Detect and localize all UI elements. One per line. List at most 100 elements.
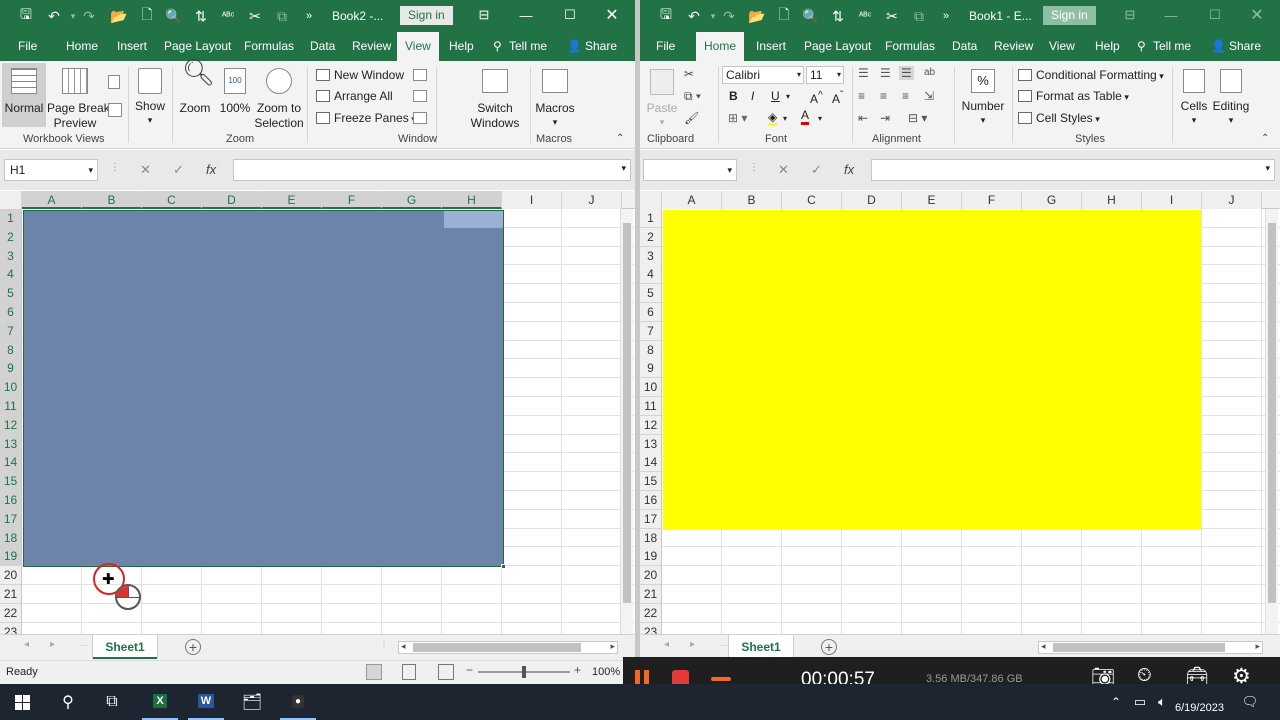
cell-styles-button[interactable]: Cell Styles ▾	[1018, 111, 1100, 126]
font-size-select[interactable]: 11 ▾	[806, 66, 844, 84]
print-preview-icon[interactable]: 🔍	[165, 7, 183, 25]
row-header-19[interactable]: 19	[640, 547, 662, 567]
save-icon[interactable]: 🖫	[657, 6, 675, 25]
spelling-icon[interactable]: ᴬᴮᶜ	[856, 7, 874, 25]
enter-icon[interactable]: ✓	[173, 162, 184, 178]
row-header-1[interactable]: 1	[0, 209, 22, 228]
column-header-c[interactable]: C	[782, 191, 842, 209]
increase-indent-icon[interactable]: ⇥	[880, 111, 890, 125]
row-header-8[interactable]: 8	[640, 340, 662, 360]
unhide-icon[interactable]	[413, 112, 427, 124]
format-as-table-button[interactable]: Format as Table ▾	[1018, 89, 1129, 104]
page-break-preview-button[interactable]: Page Break Preview	[47, 63, 110, 130]
notifications-icon[interactable]: 🗨	[1232, 684, 1268, 720]
row-header-16[interactable]: 16	[640, 491, 662, 510]
name-box[interactable]: H1 ▾	[4, 159, 98, 181]
formula-input[interactable]: ▾	[871, 159, 1275, 181]
close-icon[interactable]: ✕	[601, 4, 623, 26]
share-icon[interactable]: 👤	[567, 32, 582, 61]
normal-view-status-icon[interactable]	[366, 664, 382, 680]
tab-file[interactable]: File	[656, 32, 675, 61]
row-header-16[interactable]: 16	[0, 491, 22, 510]
more-commands-icon[interactable]: »	[937, 7, 955, 25]
collapse-ribbon-icon[interactable]: ⌃	[1261, 133, 1269, 144]
tab-review[interactable]: Review	[994, 32, 1033, 61]
scroll-right-icon[interactable]: ▸	[50, 639, 55, 650]
scrollbar-thumb[interactable]	[413, 643, 581, 652]
row-header-5[interactable]: 5	[640, 284, 662, 304]
row-header-15[interactable]: 15	[640, 472, 662, 492]
worksheet-grid[interactable]: A B C D E F G H I J 1 2 3 4 5 6 7 8 9 10 11 12 13 14 15 16 17 18 19 2…	[640, 191, 1280, 634]
column-header-i[interactable]: I	[1142, 191, 1202, 209]
tab-help[interactable]: Help	[1095, 32, 1120, 61]
column-header-f[interactable]: F	[322, 191, 382, 209]
cancel-icon[interactable]: ✕	[140, 162, 151, 178]
underline-icon[interactable]: U	[771, 89, 780, 103]
fill-color-icon[interactable]: ◈	[768, 111, 778, 126]
row-header-14[interactable]: 14	[640, 453, 662, 473]
row-header-8[interactable]: 8	[0, 340, 22, 360]
row-header-4[interactable]: 4	[0, 265, 22, 285]
share-icon[interactable]: 👤	[1211, 32, 1226, 61]
horizontal-scrollbar[interactable]: ◂ ▸	[1038, 641, 1263, 654]
excel-taskbar-icon[interactable]: X	[142, 684, 178, 720]
tell-me-box[interactable]: Tell me	[1153, 32, 1191, 61]
paste-button[interactable]: Paste ▾	[644, 63, 680, 127]
normal-view-button[interactable]: Normal	[2, 63, 46, 127]
column-header-g[interactable]: G	[382, 191, 442, 209]
row-header-4[interactable]: 4	[640, 265, 662, 285]
align-middle-icon[interactable]: ☰	[880, 66, 891, 80]
scroll-left-icon[interactable]: ◂	[1041, 641, 1046, 652]
minimize-icon[interactable]: —	[515, 4, 537, 26]
chevron-down-icon[interactable]: ▾	[786, 90, 790, 104]
show-button[interactable]: Show ▾	[132, 63, 168, 127]
number-format-button[interactable]: % Number ▾	[958, 63, 1008, 127]
row-header-3[interactable]: 3	[0, 246, 22, 266]
row-header-18[interactable]: 18	[0, 528, 22, 548]
decrease-font-icon[interactable]: Aˇ	[832, 89, 843, 106]
row-header-11[interactable]: 11	[0, 397, 22, 416]
word-taskbar-icon[interactable]: W	[188, 684, 224, 720]
custom-views-icon[interactable]	[108, 103, 122, 117]
column-header-c[interactable]: C	[142, 191, 202, 209]
app-taskbar-icon[interactable]: 🗂	[234, 684, 270, 720]
freeze-panes-button[interactable]: Freeze Panes ▾	[316, 111, 416, 126]
task-view-icon[interactable]: ⧉	[94, 684, 130, 720]
row-header-2[interactable]: 2	[0, 227, 22, 247]
row-header-21[interactable]: 21	[640, 585, 662, 604]
row-header-23[interactable]: 23	[640, 622, 662, 634]
row-header-12[interactable]: 12	[0, 415, 22, 435]
zoom-to-selection-button[interactable]: Zoom to Selection	[254, 63, 304, 130]
minimize-recorder-icon[interactable]	[711, 677, 731, 681]
font-color-icon[interactable]: A	[801, 109, 810, 125]
tab-page-layout[interactable]: Page Layout	[804, 32, 871, 61]
scroll-left-icon[interactable]: ◂	[24, 639, 29, 650]
row-header-5[interactable]: 5	[0, 284, 22, 304]
row-header-10[interactable]: 10	[0, 378, 22, 398]
column-header-f[interactable]: F	[962, 191, 1022, 209]
column-header-b[interactable]: B	[82, 191, 142, 209]
minimize-icon[interactable]: —	[1160, 4, 1182, 26]
zoom-slider-thumb[interactable]	[522, 666, 526, 678]
collapse-ribbon-icon[interactable]: ⌃	[616, 133, 624, 144]
tab-view[interactable]: View	[1049, 32, 1075, 61]
share-button[interactable]: Share	[585, 32, 617, 61]
row-header-6[interactable]: 6	[0, 303, 22, 322]
search-icon[interactable]: ⚲	[50, 684, 86, 720]
zoom-in-icon[interactable]: +	[574, 663, 581, 677]
switch-windows-button[interactable]: Switch Windows	[466, 63, 524, 130]
increase-font-icon[interactable]: A^	[810, 89, 823, 106]
row-header-13[interactable]: 13	[640, 434, 662, 454]
row-header-20[interactable]: 20	[640, 566, 662, 586]
align-left-icon[interactable]: ≡	[858, 89, 865, 103]
row-header-9[interactable]: 9	[0, 359, 22, 379]
page-layout-status-icon[interactable]	[402, 664, 416, 680]
scroll-right-icon[interactable]: ▸	[1255, 641, 1260, 652]
tell-me-icon[interactable]: ⚲	[1137, 32, 1146, 61]
undo-icon[interactable]: ↶	[45, 7, 63, 25]
fill-handle[interactable]	[501, 564, 506, 570]
insert-function-icon[interactable]: fx	[844, 162, 854, 177]
row-header-20[interactable]: 20	[0, 566, 22, 586]
editing-button[interactable]: Editing ▾	[1210, 63, 1252, 127]
tab-data[interactable]: Data	[952, 32, 977, 61]
